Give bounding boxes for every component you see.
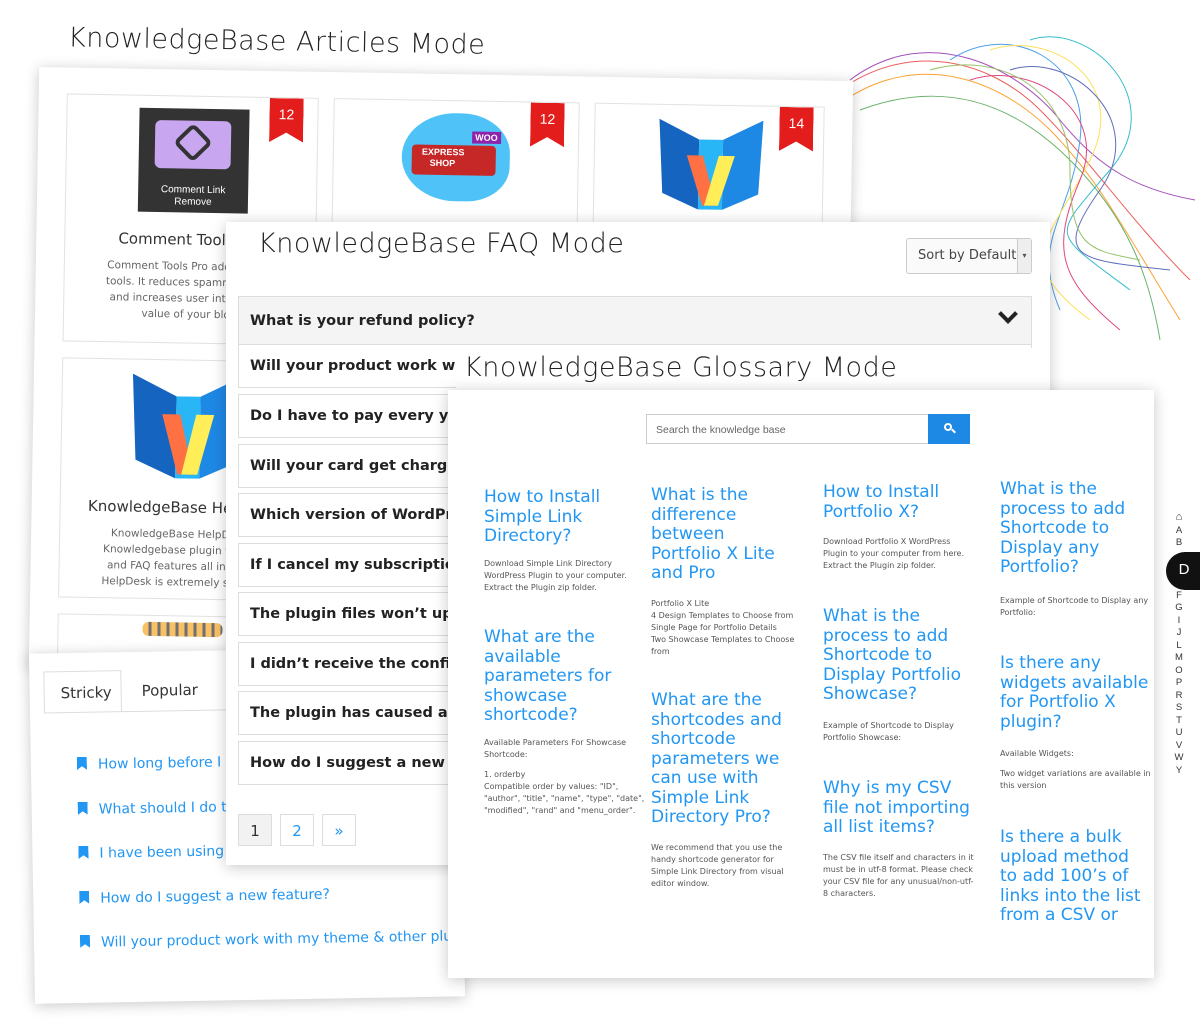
glossary-term[interactable]: What is the difference between Portfolio X … bbox=[651, 485, 775, 584]
sticky-item[interactable]: What should I do to bbox=[78, 799, 236, 818]
home-icon[interactable]: ⌂ bbox=[1164, 512, 1194, 523]
sticky-item[interactable]: I have been using th bbox=[78, 843, 243, 862]
logo-text: WOO bbox=[472, 131, 501, 145]
pagination-next[interactable]: » bbox=[322, 814, 356, 846]
az-letter[interactable]: W bbox=[1164, 752, 1194, 763]
search-button[interactable] bbox=[928, 414, 970, 444]
glossary-definition: Available Parameters For Showcase Shortco… bbox=[484, 738, 645, 815]
az-letter[interactable]: P bbox=[1164, 677, 1194, 688]
az-letter[interactable]: T bbox=[1164, 715, 1194, 726]
glossary-definition: Available Widgets: Two widget variations … bbox=[1000, 749, 1151, 790]
az-letter[interactable]: B bbox=[1164, 537, 1194, 548]
glossary-term[interactable]: Is there any widgets available for Portfol… bbox=[1000, 653, 1148, 732]
sticky-item[interactable]: Will your product work with my theme & o… bbox=[80, 928, 489, 951]
pagination-page-2[interactable]: 2 bbox=[280, 814, 314, 846]
article-count-badge: 14 bbox=[779, 107, 814, 152]
az-letter[interactable]: F bbox=[1164, 590, 1194, 601]
express-shop-logo: EXPRESS SHOP WOO bbox=[401, 112, 511, 203]
az-letter[interactable]: R bbox=[1164, 690, 1194, 701]
tab-popular[interactable]: Popular bbox=[125, 669, 214, 713]
az-letter[interactable]: L bbox=[1164, 640, 1194, 651]
tab-sticky[interactable]: Stricky bbox=[43, 670, 123, 714]
comment-link-remove-logo: Comment Link Remove bbox=[137, 107, 250, 214]
glossary-term[interactable]: Is there a bulk upload method to add 100’s… bbox=[1000, 827, 1141, 926]
glossary-definition: Example of Shortcode to Display any Portf… bbox=[1000, 596, 1149, 617]
logo-text: SHOP bbox=[429, 157, 456, 169]
az-letter[interactable]: G bbox=[1164, 602, 1194, 613]
faq-item[interactable]: What is your refund policy? bbox=[238, 296, 1032, 348]
bookmark-icon bbox=[79, 891, 89, 904]
chevron-down-icon bbox=[998, 304, 1018, 324]
bookmark-icon bbox=[78, 846, 88, 859]
glossary-term[interactable]: How to Install Portfolio X? bbox=[823, 482, 939, 522]
logo-text: EXPRESS bbox=[421, 146, 465, 158]
alphabet-nav: ⌂ A B D F G I J L M O P R S T U V W Y bbox=[1164, 512, 1200, 780]
az-letter[interactable]: Y bbox=[1164, 765, 1194, 776]
glossary-mode-heading: KnowledgeBase Glossary Mode bbox=[456, 348, 1040, 390]
bookmark-icon bbox=[80, 935, 90, 948]
az-letter[interactable]: V bbox=[1164, 740, 1194, 751]
az-letter[interactable]: I bbox=[1164, 615, 1194, 626]
sort-dropdown-value: Sort by Default bbox=[918, 248, 1017, 263]
glossary-term[interactable]: How to Install Simple Link Directory? bbox=[484, 487, 600, 547]
glossary-term[interactable]: What are the available parameters for showc… bbox=[484, 627, 611, 726]
az-letter[interactable]: O bbox=[1164, 665, 1194, 676]
glossary-definition: Portfolio X Lite 4 Design Templates to Ch… bbox=[651, 599, 795, 656]
az-letter-active[interactable]: D bbox=[1166, 552, 1200, 590]
az-letter[interactable]: U bbox=[1164, 727, 1194, 738]
portfolio-x-logo bbox=[659, 118, 764, 210]
bookmark-icon bbox=[78, 802, 88, 815]
chevron-down-icon: ▾ bbox=[1017, 239, 1031, 273]
article-count-badge: 12 bbox=[269, 98, 304, 143]
glossary-term[interactable]: What is the process to add Shortcode to Dis… bbox=[823, 606, 961, 705]
glossary-term[interactable]: What is the process to add Shortcode to Dis… bbox=[1000, 479, 1125, 578]
glossary-definition: Download Portfolio X WordPress Plugin to … bbox=[823, 537, 964, 570]
article-card-image bbox=[142, 621, 223, 638]
glossary-mode-panel: Search the knowledge base How to Install… bbox=[448, 390, 1154, 978]
glossary-definition: Download Simple Link Directory WordPress … bbox=[484, 559, 627, 592]
glossary-term[interactable]: Why is my CSV file not importing all list … bbox=[823, 778, 970, 838]
article-count-badge: 12 bbox=[530, 103, 565, 148]
articles-mode-heading: KnowledgeBase Articles Mode bbox=[67, 22, 486, 61]
glossary-definition: The CSV file itself and characters in it… bbox=[823, 853, 974, 898]
sticky-item[interactable]: How do I suggest a new feature? bbox=[79, 887, 330, 907]
pagination-page-1[interactable]: 1 bbox=[238, 814, 272, 846]
glossary-term[interactable]: What are the shortcodes and shortcode param… bbox=[651, 690, 782, 828]
sticky-item[interactable]: How long before I g bbox=[77, 754, 235, 773]
search-input[interactable]: Search the knowledge base bbox=[646, 414, 930, 444]
az-letter[interactable]: S bbox=[1164, 702, 1194, 713]
faq-mode-heading: KnowledgeBase FAQ Mode bbox=[258, 228, 625, 259]
glossary-definition: We recommend that you use the handy short… bbox=[651, 843, 784, 888]
az-letter[interactable]: J bbox=[1164, 627, 1194, 638]
glossary-definition: Example of Shortcode to Display Portfolio… bbox=[823, 721, 954, 742]
az-letter[interactable]: A bbox=[1164, 525, 1194, 536]
logo-text: Comment Link bbox=[160, 184, 226, 197]
az-letter[interactable]: M bbox=[1164, 652, 1194, 663]
logo-text: Remove bbox=[174, 196, 212, 208]
sort-dropdown[interactable]: Sort by Default ▾ bbox=[906, 238, 1032, 274]
bookmark-icon bbox=[77, 757, 87, 770]
